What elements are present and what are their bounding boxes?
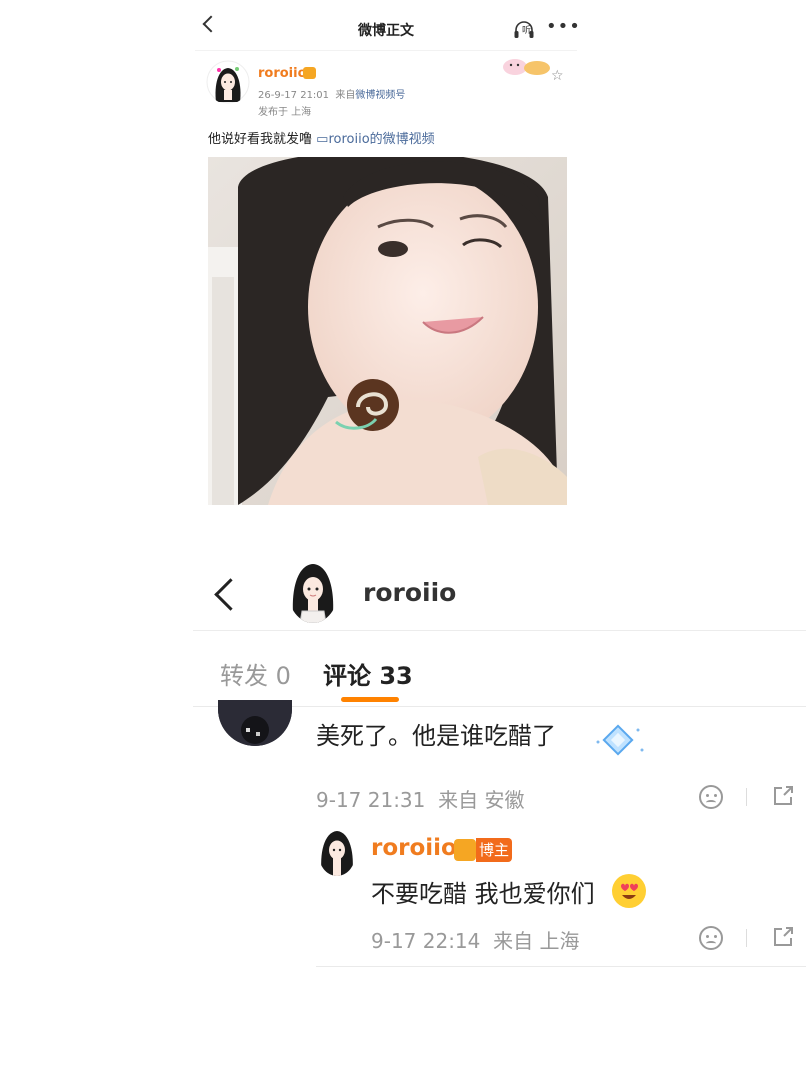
comment-time: 9-17 21:31 — [316, 788, 426, 812]
active-tab-indicator — [341, 697, 399, 702]
reply-source: 来自 上海 — [493, 929, 580, 953]
comment-meta: 9-17 21:31 来自 安徽 — [316, 784, 524, 813]
vip-crown-icon — [303, 67, 316, 79]
top-nav-bar: 微博正文 听 ••• — [195, 0, 580, 51]
source-prefix: 来自 — [335, 90, 356, 101]
tab-comments[interactable]: 评论 33 — [323, 656, 413, 691]
share-icon[interactable] — [771, 784, 795, 808]
action-separator — [746, 929, 747, 947]
comment-source: 来自 安徽 — [438, 788, 525, 812]
comment-text: 美死了。他是谁吃醋了 — [316, 722, 556, 750]
reply-meta: 9-17 22:14 来自 上海 — [371, 925, 579, 954]
star-icon[interactable]: ☆ — [551, 68, 564, 84]
diamond-sticker-icon — [596, 724, 644, 756]
post-body: 他说好看我就发噜 ▭roroiio的微博视频 — [208, 128, 435, 147]
reply-text: 不要吃醋 我也爱你们 — [371, 880, 595, 908]
reply-avatar[interactable] — [318, 828, 356, 876]
divider — [316, 966, 806, 967]
tab-bar: 转发 0 评论 33 — [193, 631, 806, 706]
share-icon[interactable] — [771, 925, 795, 949]
header-avatar[interactable] — [288, 559, 338, 623]
listen-label: 听 — [522, 26, 532, 36]
crown-icon — [454, 839, 476, 861]
reply-author[interactable]: roroiio — [371, 835, 457, 861]
post-source[interactable]: 微博视频号 — [355, 90, 405, 101]
reply-time: 9-17 22:14 — [371, 929, 481, 953]
video-link-label[interactable]: roroiio的微博视频 — [328, 132, 434, 147]
video-link[interactable]: ▭roroiio的微博视频 — [316, 132, 435, 147]
post-location: 发布于 上海 — [258, 107, 312, 118]
heart-eyes-emoji-icon — [612, 874, 646, 908]
header-username[interactable]: roroiio — [363, 578, 456, 607]
author-avatar[interactable] — [206, 60, 250, 104]
more-dots-icon[interactable]: ••• — [546, 18, 581, 36]
dislike-icon[interactable] — [699, 926, 723, 950]
post-meta: 26-9-17 21:01 来自微博视频号 — [258, 86, 405, 101]
cartoon-decoration-icon — [503, 59, 550, 75]
post-time: 26-9-17 21:01 — [258, 90, 330, 101]
detail-header: roroiio — [193, 545, 806, 631]
post-photo[interactable] — [208, 157, 567, 505]
post-card: 微博正文 听 ••• roroiio 26-9-17 21:01 来自微博视频号… — [195, 0, 580, 520]
action-separator — [746, 788, 747, 806]
post-text: 他说好看我就发噜 — [208, 132, 313, 147]
author-badge-label: 博主 — [476, 838, 512, 862]
commenter-avatar[interactable] — [218, 700, 292, 746]
author-name[interactable]: roroiio — [258, 66, 307, 81]
dislike-icon[interactable] — [699, 785, 723, 809]
back-arrow-icon[interactable] — [214, 578, 247, 611]
tab-repost[interactable]: 转发 0 — [220, 656, 291, 691]
